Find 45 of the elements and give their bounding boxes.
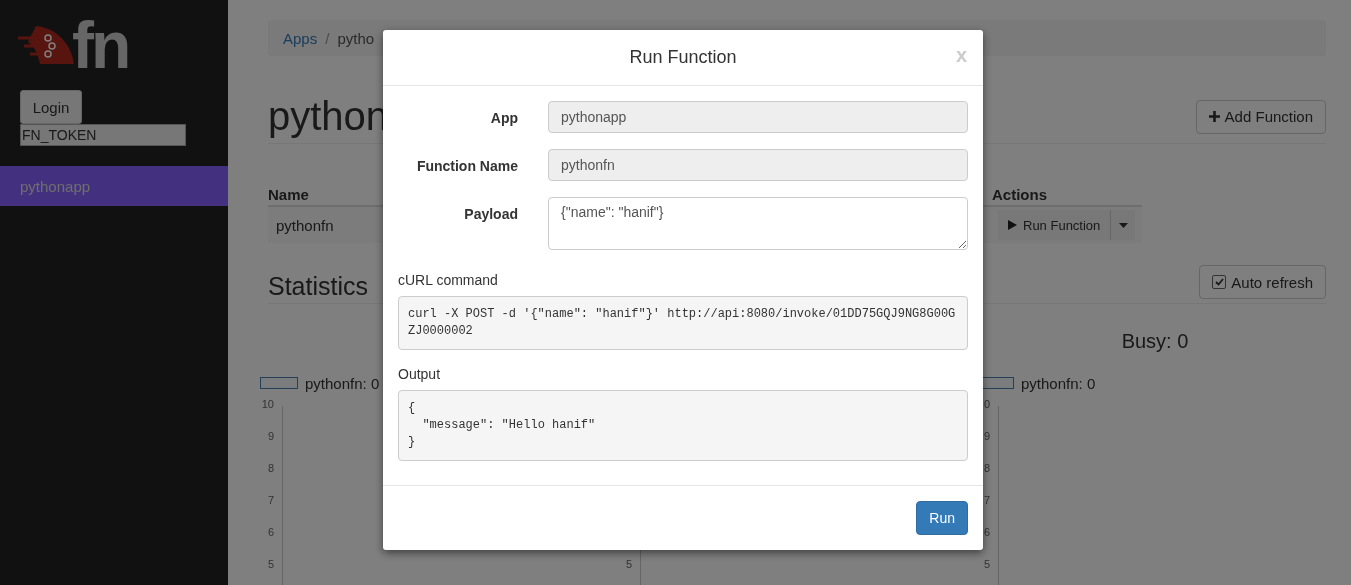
caret-icon	[1118, 222, 1128, 228]
output-text: { "message": "Hello hanif" }	[398, 390, 968, 461]
axis-tick: 6	[983, 526, 990, 540]
run-button[interactable]: Run	[916, 501, 968, 535]
dialog-title: Run Function	[629, 47, 737, 68]
readonly-field: pythonfn	[548, 149, 968, 181]
token-field[interactable]: FN_TOKEN	[20, 124, 186, 146]
breadcrumb-current: pytho	[337, 29, 375, 47]
legend-swatch	[260, 377, 298, 389]
legend-label: pythonfn: 0	[1021, 374, 1096, 392]
axis-tick: 5	[983, 558, 990, 572]
axis-tick: 7	[983, 494, 990, 508]
section-title: Statistics	[268, 272, 369, 301]
axis-tick: 8	[267, 462, 274, 476]
chart-title: Busy: 0	[1121, 329, 1189, 353]
section-label: Output	[398, 366, 442, 382]
add-function-button[interactable]: Add Function	[1195, 99, 1326, 134]
axis-tick: 8	[983, 462, 990, 476]
readonly-field: pythonapp	[548, 101, 968, 133]
axis-tick: 5	[267, 558, 274, 572]
check-icon	[1214, 278, 1224, 286]
page-title: python	[268, 94, 389, 139]
sidebar-item[interactable]: pythonapp	[0, 166, 228, 206]
axis-tick: 9	[267, 430, 274, 444]
breadcrumb-link[interactable]: Apps	[283, 29, 318, 47]
plus-icon	[1208, 111, 1220, 122]
axis-tick: 5	[625, 558, 632, 572]
breadcrumb-separator: /	[325, 29, 330, 47]
curl-command: curl -X POST -d '{"name": "hanif"}' http://api:8080/invoke/01DD75GQJ9NG8G00GZJ0000002	[398, 296, 968, 350]
axis-tick: 10	[261, 398, 274, 412]
field-label: App	[489, 109, 518, 126]
payload-field[interactable]: {"name": "hanif"}	[548, 197, 968, 250]
logo-text: fn	[72, 18, 129, 72]
field-label: Function Name	[415, 157, 518, 174]
axis-tick: 0	[983, 398, 990, 412]
auto-refresh-toggle[interactable]: Auto refresh	[1199, 265, 1326, 299]
login-button[interactable]: Login	[20, 90, 82, 124]
field-label: Payload	[463, 205, 518, 222]
axis-tick: 9	[983, 430, 990, 444]
section-label: cURL command	[398, 272, 499, 288]
axis-tick: 7	[267, 494, 274, 508]
legend-label: pythonfn: 0	[305, 374, 380, 392]
checkbox[interactable]	[1212, 275, 1227, 289]
axis-tick: 6	[267, 526, 274, 540]
play-icon	[1008, 220, 1017, 230]
